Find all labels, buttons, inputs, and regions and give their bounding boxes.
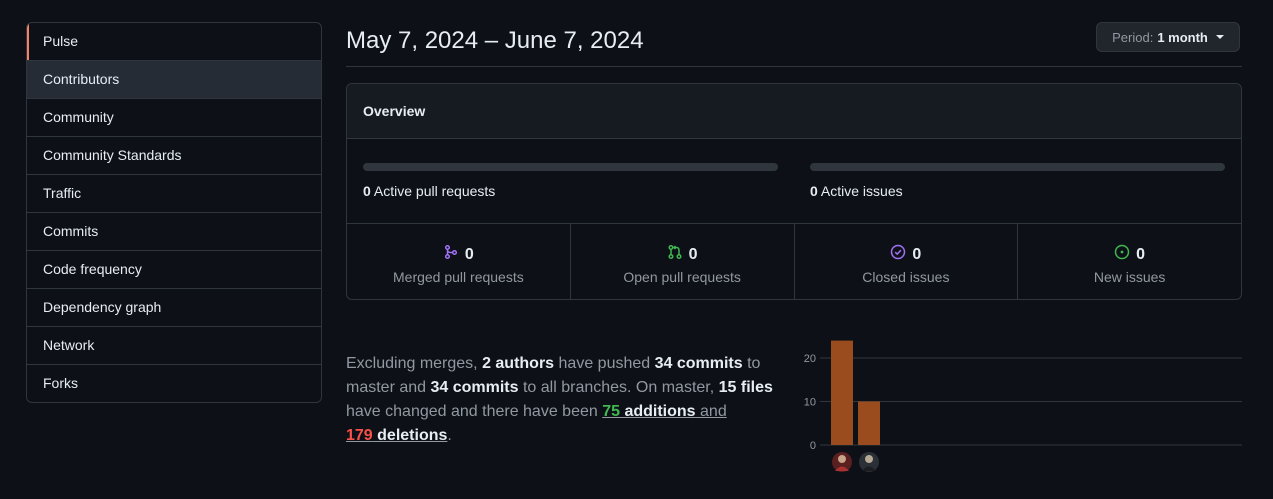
- avatar-face: [865, 455, 873, 463]
- contribution-summary: Excluding merges, 2 authors have pushed …: [346, 352, 776, 448]
- overview-box: Overview 0 Active pull requests 0 Active…: [346, 83, 1242, 300]
- closed-issues-label: Closed issues: [862, 269, 950, 285]
- active-issues-progress-bar: [810, 163, 1225, 171]
- summary-text-2: have pushed: [554, 355, 655, 372]
- open-pr-icon: [667, 244, 683, 265]
- active-issues-label: Active issues: [817, 183, 903, 199]
- overview-title: Overview: [347, 84, 1241, 139]
- summary-commits-all: 34 commits: [430, 379, 519, 396]
- merged-prs-stat[interactable]: 0 Merged pull requests: [347, 224, 570, 299]
- sidebar-item-forks[interactable]: Forks: [27, 364, 321, 402]
- period-dropdown-button[interactable]: Period: 1 month: [1096, 22, 1240, 52]
- merged-prs-label: Merged pull requests: [393, 269, 524, 285]
- merged-pr-icon: [443, 244, 459, 265]
- deletions-link[interactable]: 179 deletions: [346, 427, 447, 444]
- summary-authors: 2 authors: [482, 355, 555, 372]
- new-issues-value: 0: [1136, 245, 1146, 263]
- closed-issues-stat[interactable]: 0 Closed issues: [793, 224, 1018, 299]
- sidebar-item-traffic[interactable]: Traffic: [27, 174, 321, 212]
- sidebar-item-dependency-graph[interactable]: Dependency graph: [27, 288, 321, 326]
- chart-y-tick-label: 0: [810, 440, 816, 452]
- header-divider: [346, 66, 1242, 67]
- sidebar-item-contributors[interactable]: Contributors: [27, 60, 321, 98]
- summary-text-6: and: [695, 403, 727, 420]
- sidebar-item-community[interactable]: Community: [27, 98, 321, 136]
- period-value: 1 month: [1157, 29, 1208, 45]
- summary-text-1: Excluding merges,: [346, 355, 483, 372]
- overview-stats: 0 Merged pull requests 0 Open pull reque…: [347, 224, 1241, 299]
- period-label: Period:: [1112, 29, 1154, 45]
- chart-y-tick-label: 20: [804, 353, 816, 365]
- active-issues-link[interactable]: 0 Active issues: [810, 183, 903, 199]
- chart-bar: [831, 340, 853, 445]
- caret-down-icon: [1215, 35, 1224, 39]
- active-prs-progress-bar: [363, 163, 778, 171]
- summary-text-5: have changed and there have been: [346, 403, 603, 420]
- additions-count: 75: [602, 403, 621, 420]
- active-issues-count: 0: [810, 183, 818, 199]
- avatar-face: [838, 455, 846, 463]
- open-issue-icon: [1114, 244, 1130, 265]
- additions-link[interactable]: 75 additions and: [602, 403, 727, 420]
- active-prs-label: Active pull requests: [370, 183, 496, 199]
- overview-activity-bars: 0 Active pull requests 0 Active issues: [347, 139, 1241, 224]
- summary-text-7: .: [447, 427, 452, 444]
- open-prs-value: 0: [688, 245, 698, 263]
- active-prs-link[interactable]: 0 Active pull requests: [363, 183, 495, 199]
- deletions-count: 179: [346, 427, 373, 444]
- page-title: May 7, 2024 – June 7, 2024: [346, 27, 644, 54]
- open-prs-stat[interactable]: 0 Open pull requests: [569, 224, 794, 299]
- closed-issue-icon: [890, 244, 906, 265]
- closed-issues-value: 0: [912, 245, 922, 263]
- sidebar-item-pulse[interactable]: Pulse: [27, 23, 321, 60]
- sidebar-item-network[interactable]: Network: [27, 326, 321, 364]
- commits-by-author-chart: 0 10 20: [804, 340, 1242, 472]
- summary-commits-master: 34 commits: [654, 355, 743, 372]
- summary-files: 15 files: [718, 379, 773, 396]
- deletions-word: deletions: [372, 427, 448, 444]
- new-issues-label: New issues: [1093, 269, 1166, 285]
- chart-y-tick-label: 10: [804, 397, 816, 409]
- summary-text-4: to all branches. On master,: [518, 379, 719, 396]
- chart-bar: [858, 401, 880, 445]
- additions-word: additions: [620, 403, 696, 420]
- sidebar-item-code-frequency[interactable]: Code frequency: [27, 250, 321, 288]
- open-prs-label: Open pull requests: [623, 269, 741, 285]
- new-issues-stat[interactable]: 0 New issues: [1017, 224, 1241, 299]
- active-prs-count: 0: [363, 183, 371, 199]
- insights-sidebar: Pulse Contributors Community Community S…: [26, 22, 322, 403]
- sidebar-item-community-standards[interactable]: Community Standards: [27, 136, 321, 174]
- merged-prs-value: 0: [464, 245, 474, 263]
- sidebar-item-commits[interactable]: Commits: [27, 212, 321, 250]
